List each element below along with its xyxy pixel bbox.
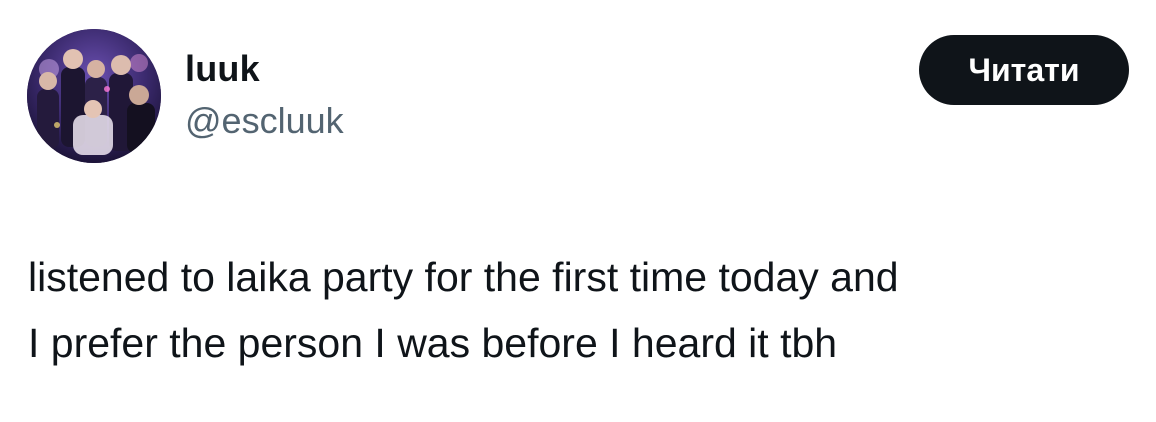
author-names: luuk @escluuk [185, 47, 344, 143]
tweet-text-line: listened to laika party for the first ti… [28, 254, 899, 300]
tweet-card: luuk @escluuk Читати listened to laika p… [0, 0, 1156, 422]
tweet-header: luuk @escluuk Читати [27, 29, 1129, 163]
author-display-name[interactable]: luuk [185, 47, 344, 91]
avatar[interactable] [27, 29, 161, 163]
tweet-text-line: I prefer the person I was before I heard… [28, 320, 838, 366]
author-handle[interactable]: @escluuk [185, 99, 344, 143]
tweet-text: listened to laika party for the first ti… [28, 244, 1138, 376]
follow-button[interactable]: Читати [919, 35, 1129, 105]
avatar-photo [27, 29, 161, 163]
